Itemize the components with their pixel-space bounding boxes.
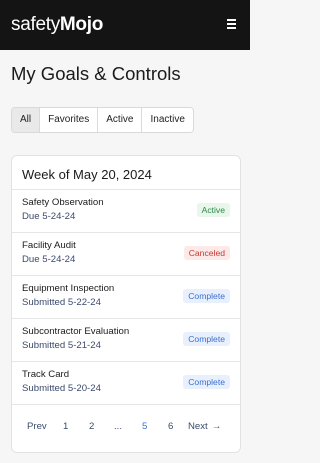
goal-name: Facility Audit <box>22 240 76 251</box>
goal-name: Equipment Inspection <box>22 283 115 294</box>
goal-name: Safety Observation <box>22 197 104 208</box>
status-badge-complete: Complete <box>183 289 230 303</box>
page-2-button[interactable]: 2 <box>89 421 94 432</box>
goal-due-date: Due 5-24-24 <box>22 211 76 222</box>
status-badge-complete: Complete <box>183 332 230 346</box>
goal-row-safety-observation[interactable]: Safety Observation Due 5-24-24 Active <box>12 190 240 233</box>
filter-active[interactable]: Active <box>98 108 143 132</box>
status-badge-complete: Complete <box>183 375 230 389</box>
goal-row-equipment-inspection[interactable]: Equipment Inspection Submitted 5-22-24 C… <box>12 276 240 319</box>
next-page-label: Next <box>188 421 208 432</box>
goal-row-facility-audit[interactable]: Facility Audit Due 5-24-24 Canceled <box>12 233 240 276</box>
brand-name-light: safety <box>11 14 60 35</box>
page-6-button[interactable]: 6 <box>168 421 173 432</box>
prev-page-button[interactable]: Prev <box>27 421 47 432</box>
goal-due-date: Due 5-24-24 <box>22 254 76 265</box>
next-page-button[interactable]: Next → <box>188 421 221 432</box>
page-1-button[interactable]: 1 <box>63 421 68 432</box>
filter-inactive[interactable]: Inactive <box>142 108 193 132</box>
filter-favorites[interactable]: Favorites <box>40 108 99 132</box>
weekly-goals-card: Week of May 20, 2024 Safety Observation … <box>11 155 241 453</box>
page-title: My Goals & Controls <box>11 63 181 84</box>
goal-filter-segmented-control: All Favorites Active Inactive <box>11 107 194 133</box>
pagination-ellipsis: ... <box>114 421 122 432</box>
goal-submitted-date: Submitted 5-21-24 <box>22 340 101 351</box>
page-5-button[interactable]: 5 <box>142 421 147 432</box>
filter-all[interactable]: All <box>12 108 41 132</box>
safety-mojo-logo[interactable]: safetyMojo <box>11 13 103 37</box>
goal-name: Subcontractor Evaluation <box>22 326 130 337</box>
week-title: Week of May 20, 2024 <box>22 167 152 182</box>
status-badge-active: Active <box>196 203 230 217</box>
arrow-right-icon: → <box>211 421 222 432</box>
goal-name: Track Card <box>22 369 70 380</box>
brand-name-bold: Mojo <box>59 14 104 35</box>
goal-submitted-date: Submitted 5-22-24 <box>22 297 101 308</box>
goal-row-track-card[interactable]: Track Card Submitted 5-20-24 Complete <box>12 362 240 405</box>
goal-row-subcontractor-evaluation[interactable]: Subcontractor Evaluation Submitted 5-21-… <box>12 319 240 362</box>
top-navigation-bar: safetyMojo <box>0 0 250 50</box>
goal-submitted-date: Submitted 5-20-24 <box>22 383 101 394</box>
pagination: Prev 1 2 ... 5 6 Next → <box>12 421 240 437</box>
status-badge-canceled: Canceled <box>183 246 230 260</box>
hamburger-menu-icon[interactable] <box>227 19 236 29</box>
